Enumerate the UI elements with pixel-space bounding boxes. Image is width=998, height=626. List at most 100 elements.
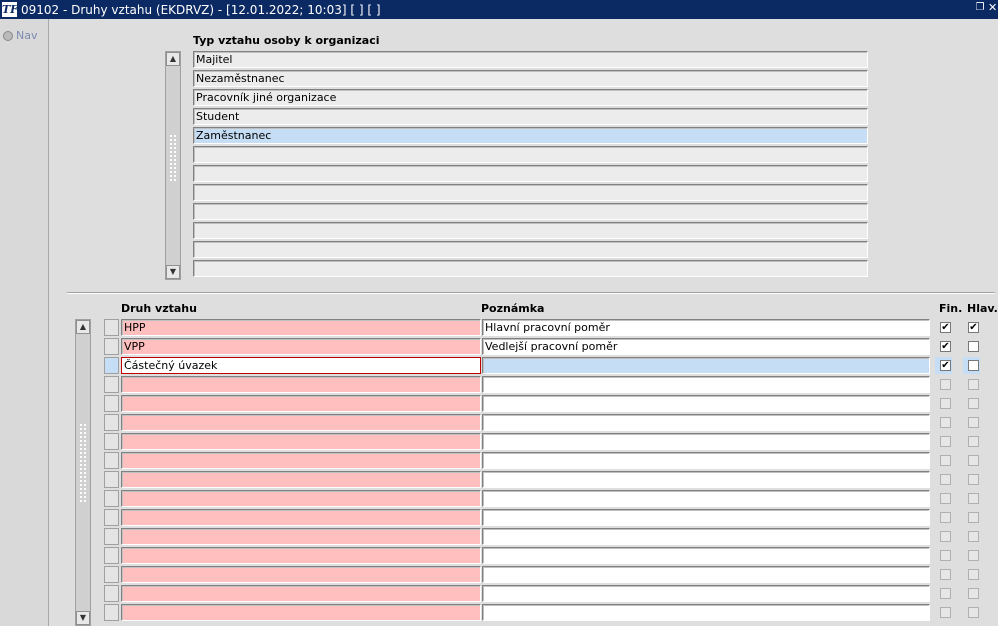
hlav-checkbox[interactable] bbox=[968, 398, 979, 409]
fin-checkbox[interactable] bbox=[940, 550, 951, 561]
fin-checkbox[interactable]: ✔ bbox=[940, 360, 951, 371]
row-selector[interactable] bbox=[104, 338, 119, 355]
poznamka-field[interactable] bbox=[482, 414, 930, 431]
fin-checkbox[interactable] bbox=[940, 474, 951, 485]
hlav-checkbox[interactable] bbox=[968, 379, 979, 390]
row-selector[interactable] bbox=[104, 319, 119, 336]
row-selector[interactable] bbox=[104, 471, 119, 488]
druh-vztahu-field[interactable] bbox=[121, 547, 481, 564]
druh-vztahu-field[interactable] bbox=[121, 566, 481, 583]
fin-checkbox[interactable] bbox=[940, 569, 951, 580]
top-block-item[interactable] bbox=[193, 146, 868, 163]
top-block-item[interactable] bbox=[193, 222, 868, 239]
row-selector[interactable] bbox=[104, 566, 119, 583]
top-block-item[interactable]: Nezaměstnanec bbox=[193, 70, 868, 87]
row-selector[interactable] bbox=[104, 604, 119, 621]
row-selector[interactable] bbox=[104, 452, 119, 469]
top-block-item[interactable] bbox=[193, 184, 868, 201]
top-block-item[interactable] bbox=[193, 203, 868, 220]
hlav-checkbox[interactable]: ✔ bbox=[968, 322, 979, 333]
fin-checkbox[interactable] bbox=[940, 588, 951, 599]
druh-vztahu-field[interactable] bbox=[121, 528, 481, 545]
row-selector[interactable] bbox=[104, 433, 119, 450]
poznamka-field[interactable] bbox=[482, 585, 930, 602]
scroll-down-icon[interactable]: ▼ bbox=[76, 611, 90, 625]
top-block-item[interactable]: Majitel bbox=[193, 51, 868, 68]
top-block-item[interactable] bbox=[193, 241, 868, 258]
top-block-scrollbar[interactable]: ▲ ▼ bbox=[165, 51, 181, 280]
hlav-checkbox[interactable] bbox=[968, 550, 979, 561]
poznamka-field[interactable] bbox=[482, 452, 930, 469]
fin-checkbox[interactable] bbox=[940, 417, 951, 428]
poznamka-field[interactable] bbox=[482, 395, 930, 412]
fin-checkbox[interactable] bbox=[940, 531, 951, 542]
hlav-checkbox[interactable] bbox=[968, 474, 979, 485]
fin-checkbox[interactable] bbox=[940, 436, 951, 447]
top-block-item[interactable] bbox=[193, 260, 868, 277]
druh-vztahu-field[interactable] bbox=[121, 585, 481, 602]
hlav-checkbox[interactable] bbox=[968, 607, 979, 618]
hlav-checkbox[interactable] bbox=[968, 341, 979, 352]
nav-toggle[interactable]: Nav bbox=[3, 29, 37, 42]
fin-checkbox[interactable] bbox=[940, 379, 951, 390]
top-block-item[interactable]: Pracovník jiné organizace bbox=[193, 89, 868, 106]
druh-vztahu-field[interactable] bbox=[121, 452, 481, 469]
fin-checkbox[interactable] bbox=[940, 607, 951, 618]
hlav-checkbox[interactable] bbox=[968, 512, 979, 523]
top-block-item[interactable]: Zaměstnanec bbox=[193, 127, 868, 144]
druh-vztahu-field[interactable]: VPP bbox=[121, 338, 481, 355]
scroll-up-icon[interactable]: ▲ bbox=[76, 320, 90, 334]
fin-checkbox[interactable]: ✔ bbox=[940, 341, 951, 352]
top-block-item[interactable]: Student bbox=[193, 108, 868, 125]
poznamka-field[interactable] bbox=[482, 604, 930, 621]
hlav-checkbox[interactable] bbox=[968, 436, 979, 447]
bottom-block-scrollbar[interactable]: ▲ ▼ bbox=[75, 319, 91, 626]
fin-checkbox[interactable] bbox=[940, 398, 951, 409]
scroll-up-icon[interactable]: ▲ bbox=[166, 52, 180, 66]
poznamka-field[interactable] bbox=[482, 547, 930, 564]
druh-vztahu-field[interactable] bbox=[121, 414, 481, 431]
druh-vztahu-field[interactable]: Částečný úvazek bbox=[121, 357, 481, 374]
poznamka-field[interactable] bbox=[482, 566, 930, 583]
poznamka-field[interactable] bbox=[482, 357, 930, 374]
row-selector[interactable] bbox=[104, 528, 119, 545]
hlav-checkbox[interactable] bbox=[968, 417, 979, 428]
druh-vztahu-field[interactable] bbox=[121, 395, 481, 412]
row-selector[interactable] bbox=[104, 395, 119, 412]
restore-window-icon[interactable]: ❐ bbox=[974, 2, 986, 14]
row-selector[interactable] bbox=[104, 585, 119, 602]
row-selector[interactable] bbox=[104, 490, 119, 507]
close-window-icon[interactable]: ✕ bbox=[988, 2, 998, 14]
scroll-thumb[interactable] bbox=[79, 423, 87, 503]
poznamka-field[interactable] bbox=[482, 509, 930, 526]
fin-checkbox[interactable]: ✔ bbox=[940, 322, 951, 333]
hlav-checkbox[interactable] bbox=[968, 493, 979, 504]
druh-vztahu-field[interactable] bbox=[121, 509, 481, 526]
scroll-thumb[interactable] bbox=[169, 134, 177, 182]
poznamka-field[interactable] bbox=[482, 490, 930, 507]
druh-vztahu-field[interactable] bbox=[121, 604, 481, 621]
row-selector[interactable] bbox=[104, 357, 119, 374]
top-block-item[interactable] bbox=[193, 165, 868, 182]
druh-vztahu-field[interactable]: HPP bbox=[121, 319, 481, 336]
hlav-checkbox[interactable] bbox=[968, 455, 979, 466]
poznamka-field[interactable] bbox=[482, 376, 930, 393]
poznamka-field[interactable] bbox=[482, 433, 930, 450]
druh-vztahu-field[interactable] bbox=[121, 433, 481, 450]
fin-checkbox[interactable] bbox=[940, 455, 951, 466]
druh-vztahu-field[interactable] bbox=[121, 376, 481, 393]
row-selector[interactable] bbox=[104, 509, 119, 526]
poznamka-field[interactable]: Vedlejší pracovní poměr bbox=[482, 338, 930, 355]
row-selector[interactable] bbox=[104, 547, 119, 564]
fin-checkbox[interactable] bbox=[940, 512, 951, 523]
poznamka-field[interactable]: Hlavní pracovní poměr bbox=[482, 319, 930, 336]
poznamka-field[interactable] bbox=[482, 528, 930, 545]
druh-vztahu-field[interactable] bbox=[121, 471, 481, 488]
druh-vztahu-field[interactable] bbox=[121, 490, 481, 507]
hlav-checkbox[interactable] bbox=[968, 531, 979, 542]
row-selector[interactable] bbox=[104, 414, 119, 431]
hlav-checkbox[interactable] bbox=[968, 360, 979, 371]
scroll-down-icon[interactable]: ▼ bbox=[166, 265, 180, 279]
poznamka-field[interactable] bbox=[482, 471, 930, 488]
hlav-checkbox[interactable] bbox=[968, 569, 979, 580]
